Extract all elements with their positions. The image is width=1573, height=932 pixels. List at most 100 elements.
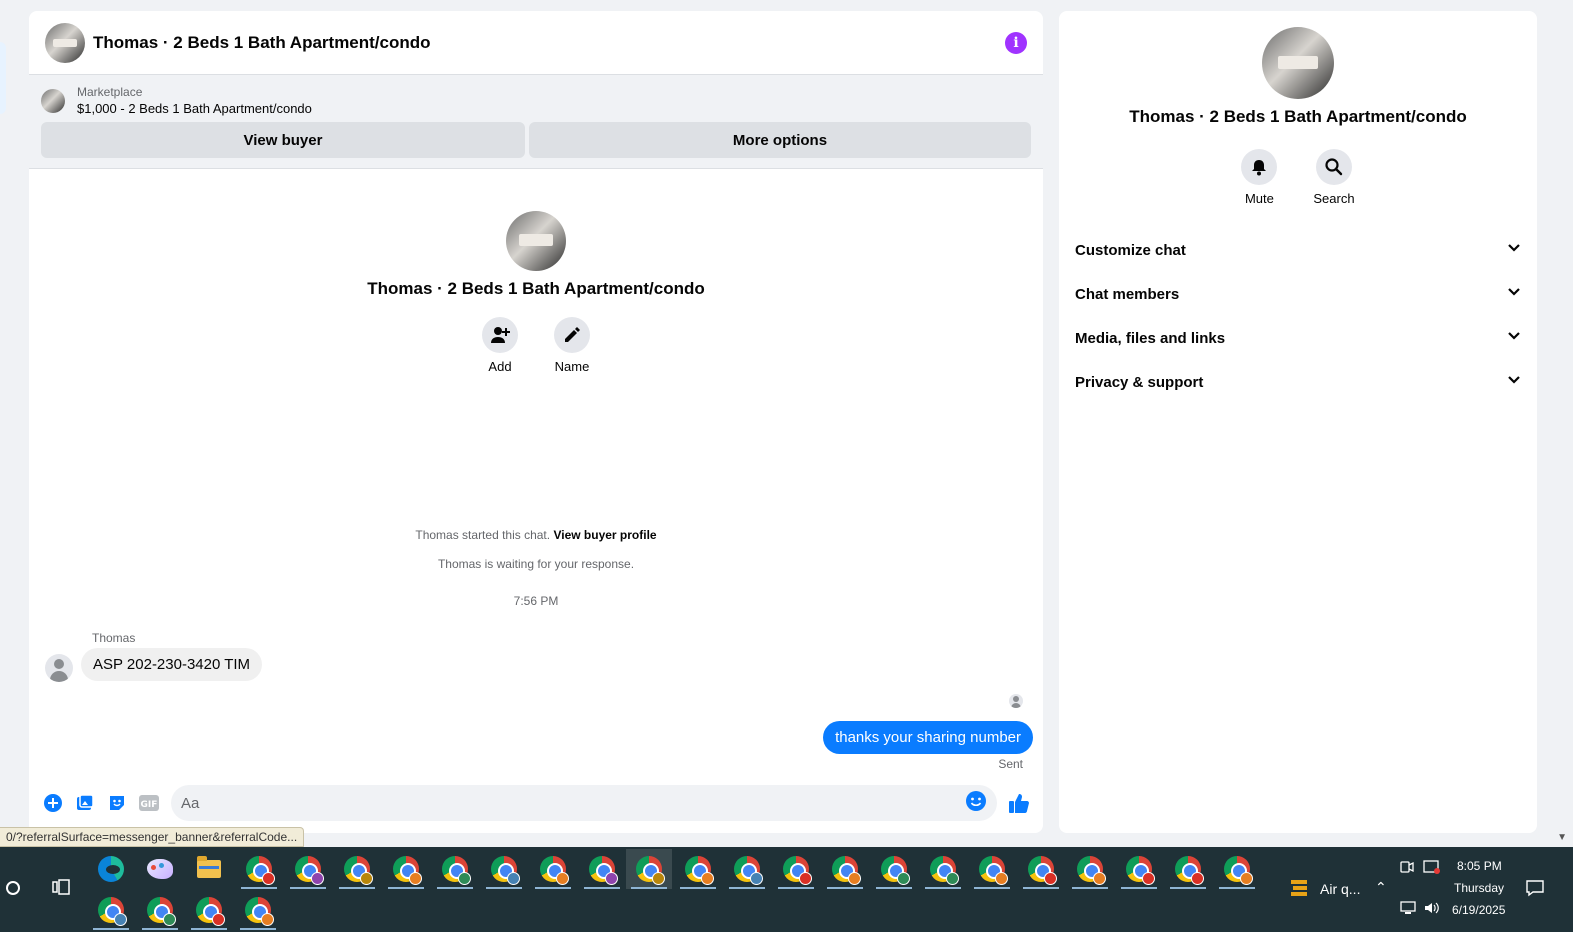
status-bar-url: 0/?referralSurface=messenger_banner&refe… bbox=[0, 827, 305, 847]
message-input-box bbox=[171, 785, 997, 821]
chrome-profile-icon[interactable] bbox=[920, 849, 966, 889]
clock-time[interactable]: 8:05 PM bbox=[1457, 859, 1502, 873]
chrome-profile-icon[interactable] bbox=[969, 849, 1015, 889]
chrome-profile-icon[interactable] bbox=[235, 890, 281, 930]
section-label: Privacy & support bbox=[1075, 373, 1204, 391]
clock-day[interactable]: Thursday bbox=[1454, 881, 1504, 895]
chrome-profile-icon[interactable] bbox=[334, 849, 380, 889]
message-status: Sent bbox=[998, 757, 1023, 771]
incoming-message[interactable]: ASP 202-230-3420 TIM bbox=[81, 648, 263, 681]
chrome-profile-icon[interactable] bbox=[383, 849, 429, 889]
chevron-down-icon bbox=[1507, 373, 1521, 391]
chrome-profile-icon[interactable] bbox=[137, 890, 183, 930]
chrome-profile-icon[interactable] bbox=[432, 849, 478, 889]
chat-title[interactable]: Thomas · 2 Beds 1 Bath Apartment/condo bbox=[93, 33, 431, 53]
clock-date[interactable]: 6/19/2025 bbox=[1452, 903, 1505, 917]
chrome-profile-icon[interactable] bbox=[88, 890, 134, 930]
more-options-button[interactable]: More options bbox=[529, 122, 1031, 158]
chrome-profile-icon-active[interactable] bbox=[626, 849, 672, 889]
started-text: Thomas started this chat. bbox=[415, 528, 551, 542]
conversation-details-panel: Thomas · 2 Beds 1 Bath Apartment/condo M… bbox=[1059, 11, 1537, 833]
waiting-notice: Thomas is waiting for your response. bbox=[437, 557, 635, 571]
section-media-files-links[interactable]: Media, files and links bbox=[1059, 316, 1537, 360]
chrome-profile-icon[interactable] bbox=[579, 849, 625, 889]
chat-panel: Thomas · 2 Beds 1 Bath Apartment/condo i… bbox=[29, 11, 1043, 833]
edge-icon[interactable] bbox=[88, 849, 134, 889]
scroll-down-arrow[interactable]: ▼ bbox=[1557, 832, 1567, 843]
bell-icon bbox=[1241, 149, 1278, 185]
chrome-profile-icon[interactable] bbox=[1165, 849, 1211, 889]
side-title: Thomas · 2 Beds 1 Bath Apartment/condo bbox=[1129, 107, 1467, 126]
chrome-profile-icon[interactable] bbox=[1214, 849, 1260, 889]
gif-icon[interactable]: GIF bbox=[133, 787, 165, 819]
task-view-icon[interactable] bbox=[52, 879, 70, 895]
start-search-icon[interactable] bbox=[6, 881, 20, 895]
edit-name-button[interactable]: Name bbox=[554, 317, 590, 374]
chrome-profile-icon[interactable] bbox=[773, 849, 819, 889]
details-sections: Customize chat Chat members Media, files… bbox=[1059, 228, 1537, 404]
chevron-down-icon bbox=[1507, 241, 1521, 259]
chrome-profile-icon[interactable] bbox=[1018, 849, 1064, 889]
chrome-profile-icon[interactable] bbox=[675, 849, 721, 889]
svg-text:GIF: GIF bbox=[141, 800, 158, 810]
message-input[interactable] bbox=[181, 794, 965, 812]
windows-taskbar: Air q... ⌃ 8:05 PM Thursday 6/19/2025 bbox=[0, 847, 1573, 932]
network-icon[interactable] bbox=[1399, 900, 1417, 919]
plus-icon[interactable] bbox=[37, 787, 69, 819]
screen-notification-icon[interactable] bbox=[1423, 859, 1441, 878]
intro-title: Thomas · 2 Beds 1 Bath Apartment/condo bbox=[367, 279, 705, 298]
view-buyer-profile-link[interactable]: View buyer profile bbox=[553, 528, 656, 542]
message-sender: Thomas bbox=[92, 631, 136, 645]
chat-avatar[interactable] bbox=[45, 22, 85, 63]
file-explorer-icon[interactable] bbox=[186, 849, 232, 889]
chrome-profile-icon[interactable] bbox=[724, 849, 770, 889]
marketplace-banner: Marketplace $1,000 - 2 Beds 1 Bath Apart… bbox=[29, 75, 1043, 169]
chrome-profile-icon[interactable] bbox=[285, 849, 331, 889]
chrome-profile-icon[interactable] bbox=[1067, 849, 1113, 889]
add-label: Add bbox=[488, 359, 512, 374]
weather-label[interactable]: Air q... bbox=[1320, 881, 1360, 897]
chevron-down-icon bbox=[1507, 329, 1521, 347]
emoji-icon[interactable] bbox=[965, 790, 987, 817]
search-label: Search bbox=[1313, 191, 1355, 206]
action-center-icon[interactable] bbox=[1525, 878, 1545, 901]
chevron-down-icon bbox=[1507, 285, 1521, 303]
section-chat-members[interactable]: Chat members bbox=[1059, 272, 1537, 316]
chrome-profile-icon[interactable] bbox=[236, 849, 282, 889]
chevron-up-icon[interactable]: ⌃ bbox=[1375, 879, 1387, 896]
add-people-button[interactable]: Add bbox=[482, 317, 518, 374]
section-label: Customize chat bbox=[1075, 241, 1186, 259]
sticker-icon[interactable] bbox=[101, 787, 133, 819]
mute-label: Mute bbox=[1244, 191, 1274, 206]
section-privacy-support[interactable]: Privacy & support bbox=[1059, 360, 1537, 404]
chrome-profile-icon[interactable] bbox=[481, 849, 527, 889]
chrome-profile-icon[interactable] bbox=[871, 849, 917, 889]
listing-title[interactable]: $1,000 - 2 Beds 1 Bath Apartment/condo bbox=[77, 101, 312, 116]
volume-icon[interactable] bbox=[1423, 900, 1441, 919]
listing-thumbnail[interactable] bbox=[41, 88, 65, 113]
weather-icon[interactable] bbox=[1289, 877, 1311, 901]
search-button[interactable]: Search bbox=[1313, 149, 1355, 206]
section-label: Chat members bbox=[1075, 285, 1180, 303]
name-label: Name bbox=[554, 359, 590, 374]
side-avatar[interactable] bbox=[1262, 27, 1334, 99]
section-customize-chat[interactable]: Customize chat bbox=[1059, 228, 1537, 272]
meet-now-icon[interactable] bbox=[1399, 859, 1415, 878]
outgoing-message[interactable]: thanks your sharing number bbox=[823, 721, 1033, 754]
sender-avatar[interactable] bbox=[45, 654, 73, 682]
photo-icon[interactable] bbox=[69, 787, 101, 819]
view-buyer-button[interactable]: View buyer bbox=[41, 122, 525, 158]
message-composer: GIF bbox=[29, 781, 1043, 825]
chrome-profile-icon[interactable] bbox=[530, 849, 576, 889]
left-nav-highlight bbox=[0, 42, 6, 114]
chrome-profile-icon[interactable] bbox=[822, 849, 868, 889]
chrome-profile-icon[interactable] bbox=[1116, 849, 1162, 889]
thumbs-up-icon[interactable] bbox=[1003, 787, 1035, 819]
info-icon[interactable]: i bbox=[1005, 31, 1027, 54]
marketplace-label: Marketplace bbox=[77, 85, 143, 99]
paint-app-icon[interactable] bbox=[137, 849, 183, 889]
mute-button[interactable]: Mute bbox=[1241, 149, 1278, 206]
read-receipt-avatar bbox=[1009, 694, 1023, 708]
message-timestamp: 7:56 PM bbox=[513, 594, 559, 608]
chrome-profile-icon[interactable] bbox=[186, 890, 232, 930]
